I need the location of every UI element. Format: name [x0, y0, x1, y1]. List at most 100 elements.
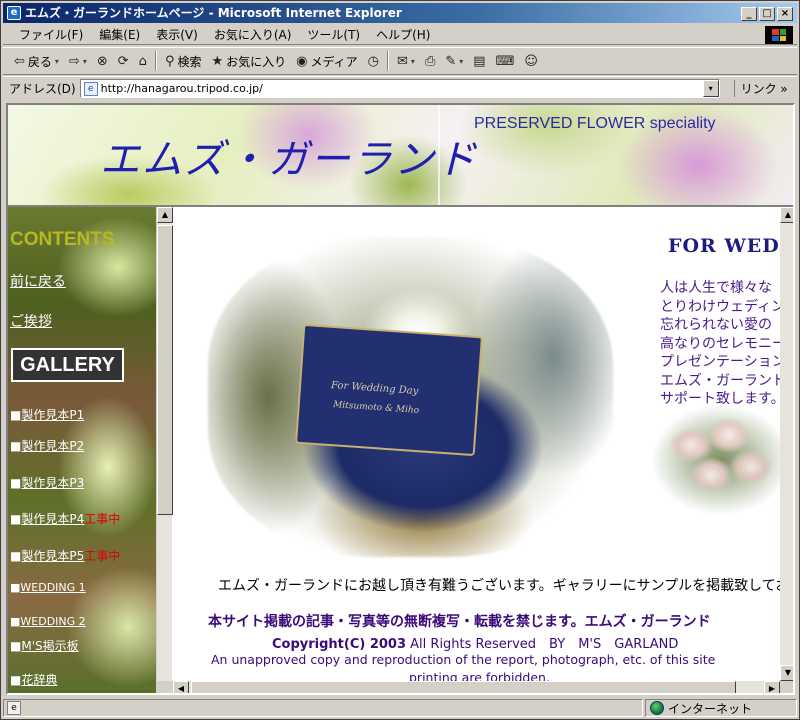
- back-arrow-icon: ⇦: [14, 53, 25, 69]
- refresh-button[interactable]: ⟳: [113, 54, 134, 69]
- media-button[interactable]: ◉ メディア: [291, 53, 363, 70]
- stop-icon: ⊗: [96, 53, 108, 69]
- page-icon: e: [83, 81, 98, 96]
- close-button[interactable]: ×: [777, 7, 793, 21]
- address-input[interactable]: e http://hanagarou.tripod.co.jp/ ▾: [79, 79, 720, 98]
- sidebar-scroll-thumb[interactable]: [157, 225, 173, 515]
- bullet-icon: ■: [10, 439, 22, 453]
- gallery-item-label[interactable]: 製作見本P3: [21, 476, 84, 490]
- research-button[interactable]: ⌨: [491, 54, 520, 69]
- discuss-button[interactable]: ▤: [468, 54, 490, 69]
- address-dropdown-button[interactable]: ▾: [702, 80, 719, 97]
- horizontal-scroll-thumb[interactable]: [191, 681, 736, 693]
- back-button[interactable]: ⇦ 戻る ▾: [9, 53, 64, 70]
- gallery-item-label[interactable]: WEDDING 2: [20, 615, 85, 628]
- gallery-item-p5[interactable]: ■製作見本P5工事中: [10, 547, 120, 564]
- welcome-message: エムズ・ガーランドにお越し頂き有難うございます。ギャラリーにサンプルを掲載致して…: [218, 578, 780, 594]
- back-label: 戻る: [27, 54, 52, 69]
- gallery-item-dictionary[interactable]: ■花辞典: [10, 671, 57, 688]
- contents-heading: CONTENTS: [10, 229, 115, 250]
- menu-bar: ファイル(F) 編集(E) 表示(V) お気に入り(A) ツール(T) ヘルプ(…: [3, 25, 797, 45]
- gallery-item-label[interactable]: 製作見本P2: [21, 439, 84, 453]
- site-title: エムズ・ガーランド: [100, 137, 478, 183]
- sidebar-scrollbar[interactable]: ▲: [156, 207, 173, 693]
- globe-icon: [650, 701, 664, 715]
- chevron-down-icon: ▾: [459, 56, 464, 66]
- main-vertical-scrollbar[interactable]: ▲ ▼: [780, 207, 793, 681]
- copy-prohibited-notice: 本サイト掲載の記事・写真等の無断複写・転載を禁じます。エムズ・ガーランド: [208, 614, 711, 630]
- links-button[interactable]: リンク »: [733, 80, 788, 97]
- main-horizontal-scrollbar[interactable]: ◀ ▶: [173, 681, 780, 693]
- search-button[interactable]: ⚲ 検索: [160, 53, 207, 70]
- gallery-item-wedding-2[interactable]: ■WEDDING 2: [10, 615, 86, 628]
- sidebar-scroll-up-button[interactable]: ▲: [157, 207, 173, 223]
- window-title: エムズ・ガーランドホームページ - Microsoft Internet Exp…: [25, 6, 402, 20]
- sidebar-scroll-corner: [156, 681, 173, 693]
- gallery-item-p3[interactable]: ■製作見本P3: [10, 474, 84, 491]
- intro-line: 人は人生で様々な: [660, 280, 772, 296]
- menu-tools[interactable]: ツール(T): [299, 26, 368, 43]
- intro-line: エムズ・ガーランド: [660, 372, 780, 389]
- minimize-button[interactable]: _: [741, 7, 757, 21]
- menu-view[interactable]: 表示(V): [148, 26, 206, 43]
- favorites-button[interactable]: ★ お気に入り: [206, 53, 291, 70]
- gallery-item-p4[interactable]: ■製作見本P4工事中: [10, 510, 120, 527]
- home-button[interactable]: ⌂: [134, 54, 152, 69]
- chevron-down-icon: ▾: [54, 56, 59, 66]
- address-url[interactable]: http://hanagarou.tripod.co.jp/: [101, 82, 263, 95]
- scroll-left-button[interactable]: ◀: [173, 681, 189, 693]
- forward-button[interactable]: ⇨ ▾: [64, 54, 92, 69]
- menu-help[interactable]: ヘルプ(H): [368, 26, 438, 43]
- menu-edit[interactable]: 編集(E): [91, 26, 148, 43]
- english-notice-line-1: An unapproved copy and reproduction of t…: [211, 652, 716, 667]
- ie-logo-icon: e: [7, 6, 21, 20]
- address-bar: アドレス(D) e http://hanagarou.tripod.co.jp/…: [3, 76, 797, 100]
- history-button[interactable]: ◷: [363, 54, 384, 69]
- gallery-item-label[interactable]: WEDDING 1: [20, 581, 85, 594]
- gallery-item-bbs[interactable]: ■M'S掲示板: [10, 637, 79, 654]
- gallery-item-wedding-1[interactable]: ■WEDDING 1: [10, 581, 86, 594]
- messenger-button[interactable]: ☺: [519, 54, 543, 69]
- research-icon: ⌨: [495, 53, 515, 69]
- edit-button[interactable]: ✎ ▾: [440, 54, 468, 69]
- gallery-item-p1[interactable]: ■製作見本P1: [10, 406, 84, 423]
- chevron-down-icon: ▾: [410, 56, 415, 66]
- under-construction-label: 工事中: [84, 512, 121, 526]
- toolbar-separator: [154, 51, 157, 71]
- scroll-corner: [780, 681, 793, 693]
- intro-line: 忘れられない愛の: [660, 317, 772, 333]
- intro-line: 高なりのセレモニー: [660, 335, 780, 352]
- mail-button[interactable]: ✉ ▾: [392, 54, 420, 69]
- copyright-line: Copyright(C) 2003 All Rights Reserved BY…: [272, 633, 678, 652]
- gallery-item-label[interactable]: 製作見本P4: [21, 512, 84, 526]
- back-link[interactable]: 前に戻る: [10, 271, 66, 291]
- stop-button[interactable]: ⊗: [92, 54, 113, 69]
- maximize-button[interactable]: □: [759, 7, 775, 21]
- refresh-icon: ⟳: [117, 53, 129, 69]
- copyright-rights: All Rights Reserved BY M'S GARLAND: [406, 637, 679, 652]
- bullet-icon: ■: [10, 639, 22, 653]
- menu-file[interactable]: ファイル(F): [11, 26, 91, 43]
- security-zone: インターネット: [645, 699, 797, 717]
- bullet-icon: ■: [10, 673, 22, 687]
- standard-toolbar: ⇦ 戻る ▾ ⇨ ▾ ⊗ ⟳ ⌂ ⚲ 検索 ★ お気に入り ◉ メディア ◷ ✉…: [3, 47, 797, 75]
- gallery-item-label[interactable]: 製作見本P1: [21, 408, 84, 422]
- bullet-icon: ■: [10, 549, 22, 563]
- page-viewport: PRESERVED FLOWER speciality エムズ・ガーランド CO…: [6, 103, 795, 695]
- forward-arrow-icon: ⇨: [68, 53, 80, 69]
- menu-favorites[interactable]: お気に入り(A): [206, 26, 300, 43]
- zone-label: インターネット: [668, 701, 753, 716]
- intro-line: とりわけウェディン: [660, 298, 780, 315]
- gallery-item-label[interactable]: 花辞典: [21, 673, 57, 687]
- status-text-area: e: [3, 699, 643, 717]
- scroll-up-button[interactable]: ▲: [780, 207, 793, 223]
- gallery-item-p2[interactable]: ■製作見本P2: [10, 437, 84, 454]
- discuss-icon: ▤: [473, 53, 486, 69]
- gallery-item-label[interactable]: M'S掲示板: [21, 639, 78, 653]
- greeting-link[interactable]: ご挨拶: [10, 311, 52, 331]
- scroll-right-button[interactable]: ▶: [764, 681, 780, 693]
- gallery-item-label[interactable]: 製作見本P5: [21, 549, 84, 563]
- scroll-down-button[interactable]: ▼: [780, 665, 793, 681]
- print-button[interactable]: ⎙: [420, 54, 440, 69]
- toolbar-separator: [387, 51, 390, 71]
